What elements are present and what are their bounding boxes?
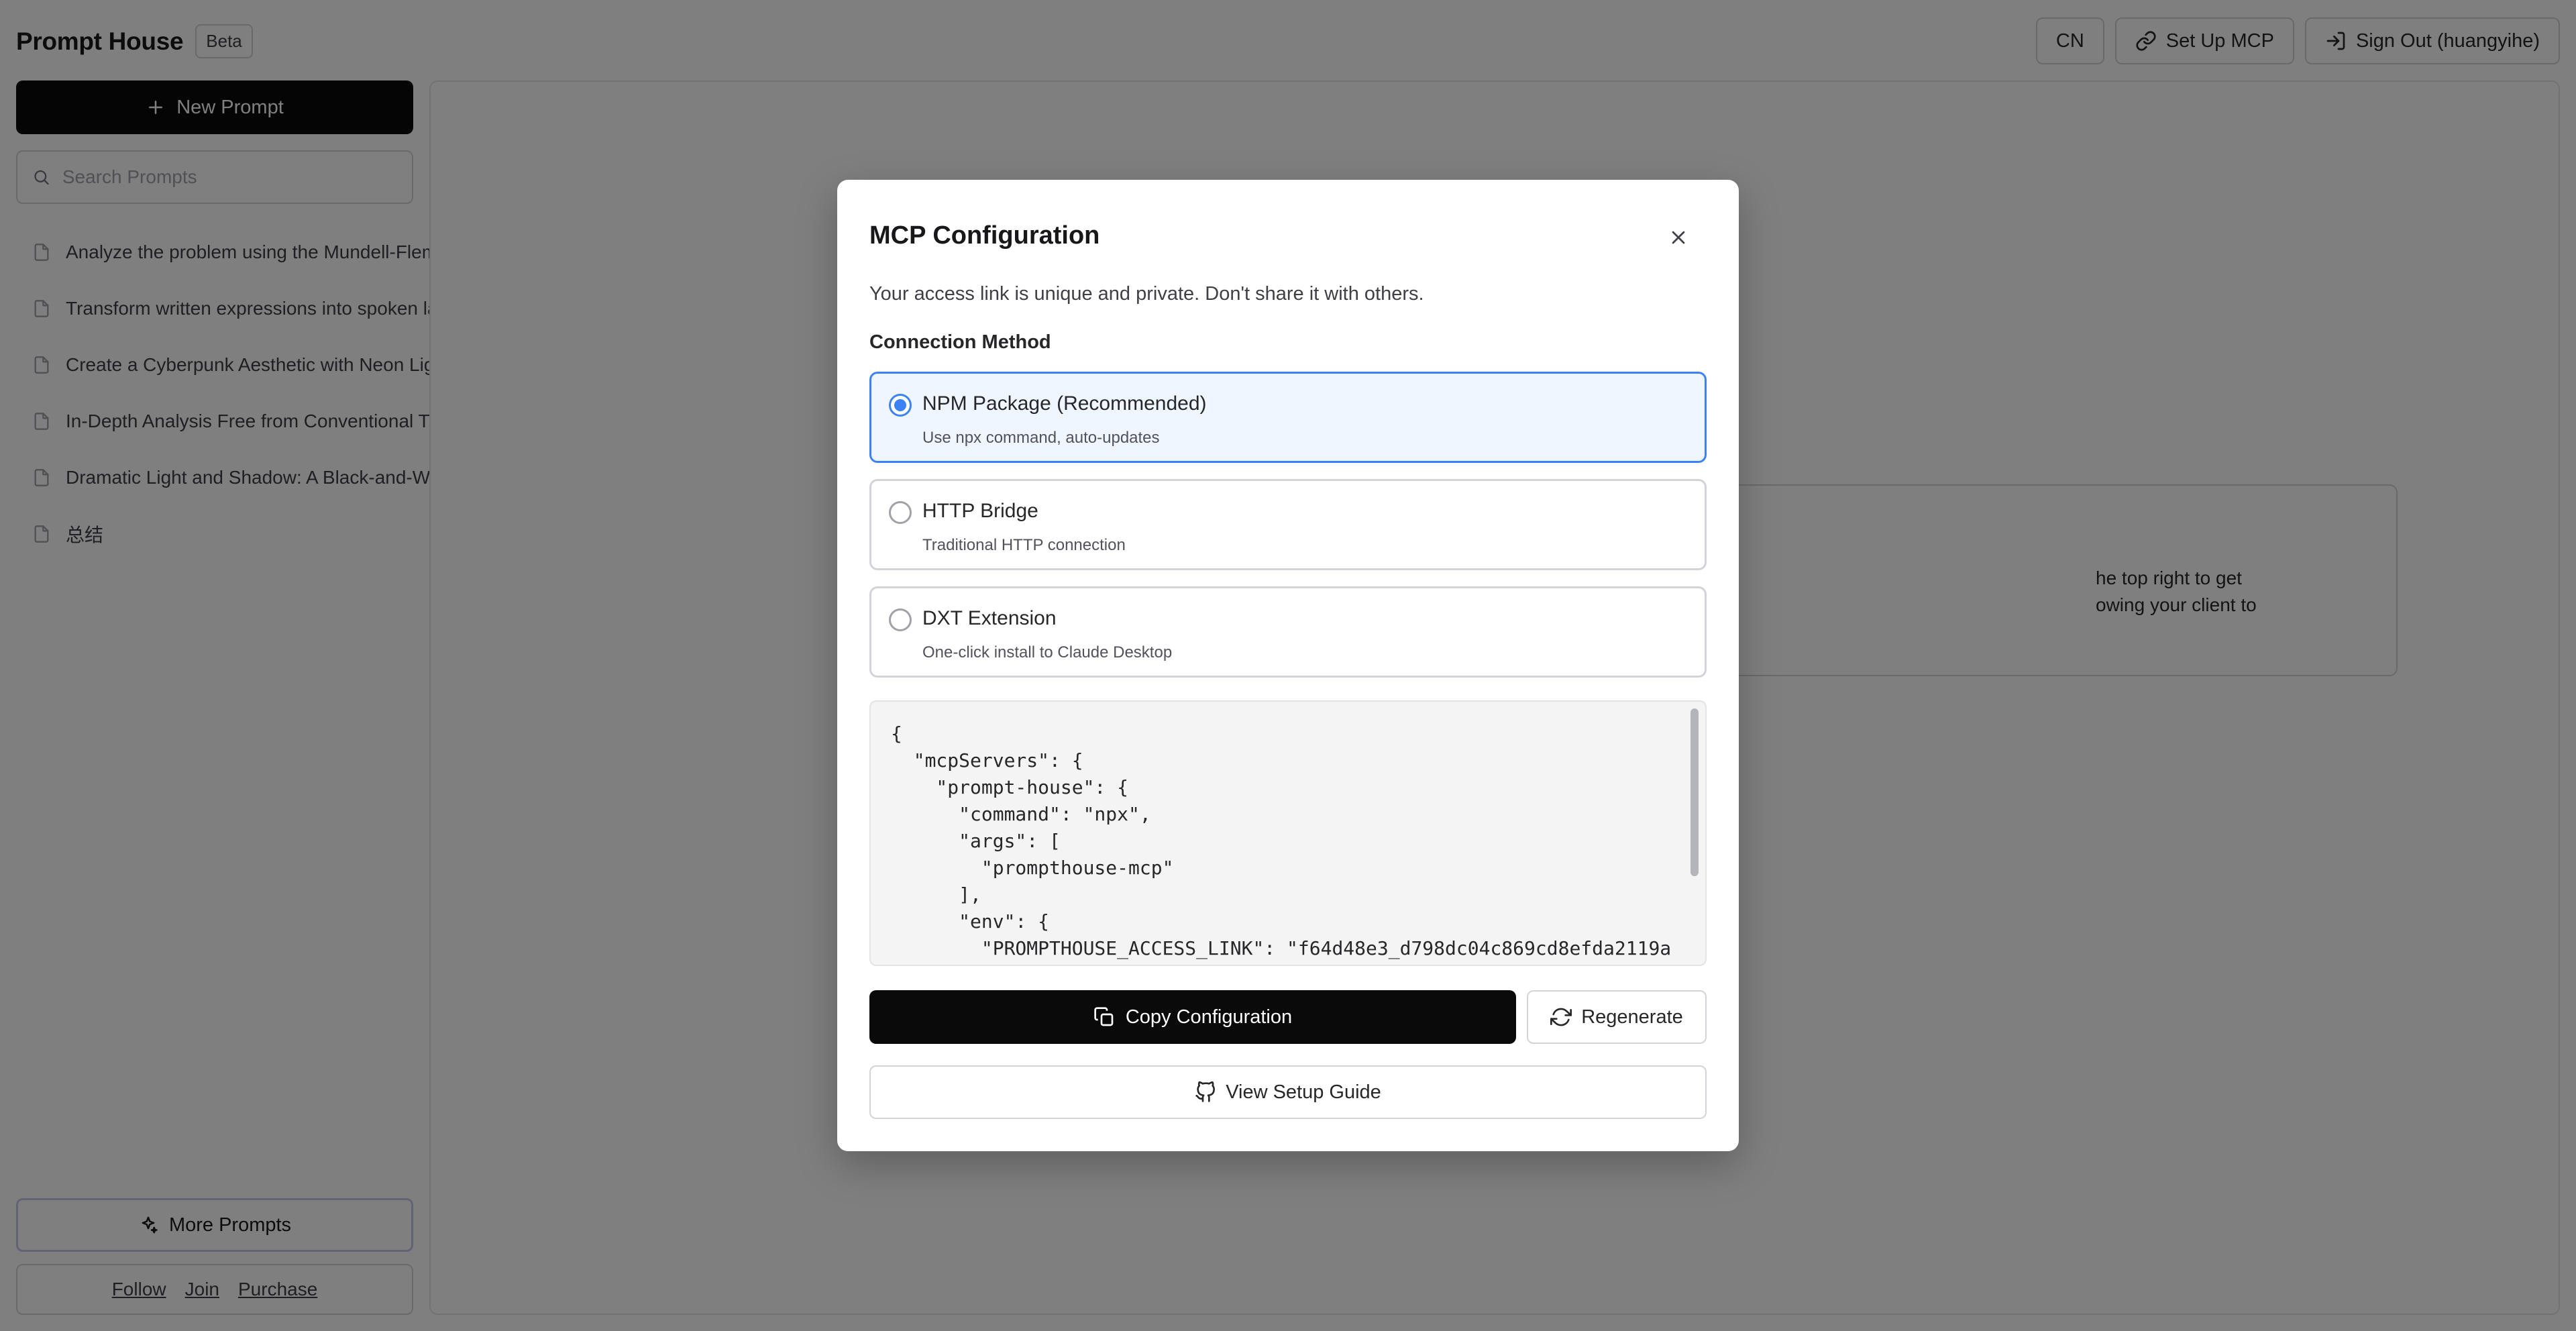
view-setup-guide-button[interactable]: View Setup Guide [869,1065,1707,1119]
code-scrollbar[interactable] [1690,704,1703,965]
close-icon [1672,231,1685,244]
option-subtitle: Use npx command, auto-updates [922,429,1160,447]
config-code: { "mcpServers": { "prompt-house": { "com… [891,723,1672,965]
view-setup-guide-label: View Setup Guide [1226,1081,1381,1103]
connection-method-options: NPM Package (Recommended) Use npx comman… [869,372,1707,694]
regenerate-label: Regenerate [1581,1006,1683,1028]
option-title: HTTP Bridge [922,500,1038,522]
option-npm-package[interactable]: NPM Package (Recommended) Use npx comman… [869,372,1707,463]
radio-button-selected[interactable] [889,394,912,417]
app-root: Prompt House Beta CN Set Up MCP Si [0,0,2576,1331]
copy-configuration-button[interactable]: Copy Configuration [869,990,1516,1044]
dialog-title: MCP Configuration [869,221,1100,250]
refresh-icon [1550,1008,1572,1026]
copy-configuration-label: Copy Configuration [1125,1006,1293,1028]
option-subtitle: One-click install to Claude Desktop [922,643,1173,661]
dialog-description: Your access link is unique and private. … [869,283,1424,305]
copy-icon [1094,1007,1114,1026]
radio-button[interactable] [889,608,912,631]
option-subtitle: Traditional HTTP connection [922,536,1126,554]
option-http-bridge[interactable]: HTTP Bridge Traditional HTTP connection [869,479,1707,570]
radio-button[interactable] [889,501,912,524]
option-title: DXT Extension [922,607,1057,629]
code-scrollbar-thumb[interactable] [1690,708,1699,876]
option-dxt-extension[interactable]: DXT Extension One-click install to Claud… [869,586,1707,678]
close-button[interactable] [1665,224,1692,251]
regenerate-button[interactable]: Regenerate [1527,990,1707,1044]
option-title: NPM Package (Recommended) [922,392,1207,415]
config-code-block[interactable]: { "mcpServers": { "prompt-house": { "com… [869,700,1707,966]
connection-method-label: Connection Method [869,331,1051,353]
github-icon [1195,1081,1216,1102]
mcp-configuration-dialog: MCP Configuration Your access link is un… [837,180,1739,1151]
